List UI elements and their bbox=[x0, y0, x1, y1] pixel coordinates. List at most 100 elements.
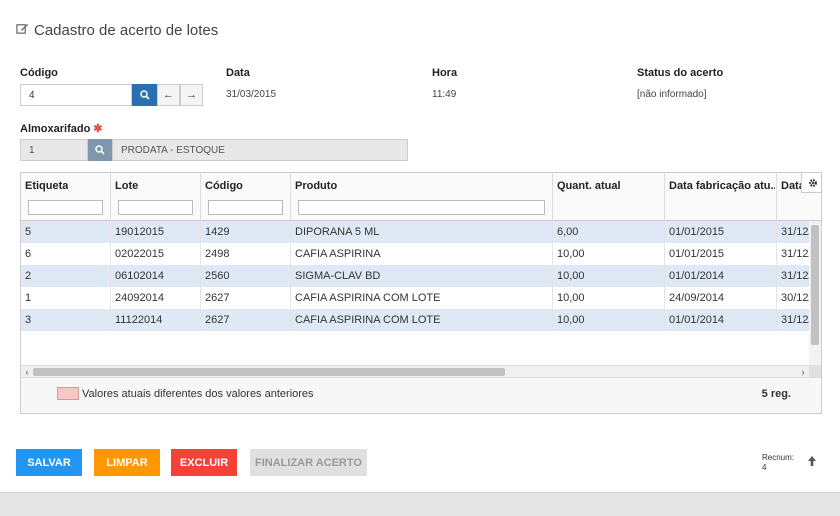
cell-lote: 06102014 bbox=[111, 265, 201, 287]
horizontal-scrollbar-thumb[interactable] bbox=[33, 368, 505, 376]
cell-data: 31/12/ bbox=[781, 270, 809, 282]
almoxarifado-label-text: Almoxarifado bbox=[20, 123, 91, 135]
cell-etiqueta: 5 bbox=[21, 221, 111, 243]
gear-icon bbox=[808, 178, 817, 187]
lotes-grid: Etiqueta Lote Código Produto Quant. atua… bbox=[20, 172, 822, 414]
almoxarifado-name-field: PRODATA - ESTOQUE bbox=[112, 139, 408, 161]
cell-lote: 11122014 bbox=[111, 309, 201, 331]
column-header-label: Data fabricação atu... bbox=[669, 180, 775, 192]
filter-input-codigo[interactable] bbox=[208, 200, 283, 215]
codigo-label: Código bbox=[20, 67, 58, 79]
cell-etiqueta: 3 bbox=[21, 309, 111, 331]
hora-label: Hora bbox=[432, 67, 458, 79]
next-button[interactable]: → bbox=[180, 84, 203, 106]
column-header-data-fabricacao[interactable]: Data fabricação atu... bbox=[665, 173, 777, 221]
filter-input-etiqueta[interactable] bbox=[28, 200, 103, 215]
hora-value: 11:49 bbox=[432, 89, 457, 100]
codigo-input[interactable]: 4 bbox=[20, 84, 132, 106]
legend-text: Valores atuais diferentes dos valores an… bbox=[82, 388, 314, 400]
table-row[interactable]: 1 24092014 2627 CAFIA ASPIRINA COM LOTE … bbox=[21, 287, 809, 309]
data-value: 31/03/2015 bbox=[226, 89, 277, 100]
delete-button[interactable]: EXCLUIR bbox=[171, 449, 237, 476]
cell-etiqueta: 2 bbox=[21, 265, 111, 287]
column-header-label: Etiqueta bbox=[25, 180, 69, 192]
column-header-label: Código bbox=[205, 180, 243, 192]
cell-quant-atual: 10,00 bbox=[553, 265, 665, 287]
vertical-scrollbar[interactable] bbox=[809, 221, 821, 365]
status-value: [não informado] bbox=[637, 89, 707, 100]
column-header-etiqueta[interactable]: Etiqueta bbox=[21, 173, 111, 221]
recnum-value: 4 bbox=[762, 463, 767, 472]
grid-header: Etiqueta Lote Código Produto Quant. atua… bbox=[21, 173, 821, 221]
grid-settings-button[interactable] bbox=[801, 173, 821, 193]
column-header-label: Quant. atual bbox=[557, 180, 621, 192]
cell-produto: DIPORANA 5 ML bbox=[291, 221, 553, 243]
cell-etiqueta: 1 bbox=[21, 287, 111, 309]
save-button[interactable]: SALVAR bbox=[16, 449, 82, 476]
table-row[interactable]: 3 11122014 2627 CAFIA ASPIRINA COM LOTE … bbox=[21, 309, 809, 331]
cell-produto: CAFIA ASPIRINA bbox=[291, 243, 553, 265]
arrow-right-icon: → bbox=[186, 89, 197, 101]
cell-etiqueta: 6 bbox=[21, 243, 111, 265]
cell-quant-atual: 10,00 bbox=[553, 309, 665, 331]
cell-lote: 02022015 bbox=[111, 243, 201, 265]
arrow-left-icon: ← bbox=[163, 89, 174, 101]
column-header-produto[interactable]: Produto bbox=[291, 173, 553, 221]
record-count: 5 reg. bbox=[761, 388, 791, 400]
cell-quant-atual: 10,00 bbox=[553, 287, 665, 309]
grid-footer: Valores atuais diferentes dos valores an… bbox=[21, 377, 821, 413]
filter-input-produto[interactable] bbox=[298, 200, 545, 215]
page-title: Cadastro de acerto de lotes bbox=[16, 22, 218, 39]
cell-data-fabricacao: 01/01/2015 bbox=[665, 221, 777, 243]
column-header-lote[interactable]: Lote bbox=[111, 173, 201, 221]
column-header-codigo[interactable]: Código bbox=[201, 173, 291, 221]
cell-data-fabricacao: 01/01/2015 bbox=[665, 243, 777, 265]
finalize-button[interactable]: FINALIZAR ACERTO bbox=[250, 449, 367, 476]
status-label: Status do acerto bbox=[637, 67, 724, 79]
table-row[interactable]: 6 02022015 2498 CAFIA ASPIRINA 10,00 01/… bbox=[21, 243, 809, 265]
column-header-quant-atual[interactable]: Quant. atual bbox=[553, 173, 665, 221]
cell-data: 31/12/ bbox=[781, 226, 809, 238]
recnum-label: Recnum: bbox=[762, 453, 795, 462]
cell-data: 31/12/ bbox=[781, 248, 809, 260]
almoxarifado-label: Almoxarifado ✱ bbox=[20, 122, 103, 135]
required-asterisk-icon: ✱ bbox=[93, 123, 103, 135]
almoxarifado-code-field[interactable]: 1 bbox=[20, 139, 88, 161]
page-title-text: Cadastro de acerto de lotes bbox=[34, 22, 219, 39]
column-header-label: Lote bbox=[115, 180, 139, 192]
recnum: Recnum: 4 bbox=[762, 453, 794, 473]
cell-codigo: 2627 bbox=[201, 309, 291, 331]
cell-produto: SIGMA-CLAV BD bbox=[291, 265, 553, 287]
cell-data: 30/12/ bbox=[781, 292, 809, 304]
data-label: Data bbox=[226, 67, 250, 79]
almoxarifado-search-button[interactable] bbox=[88, 139, 112, 161]
cell-data: 31/12/ bbox=[781, 314, 809, 326]
scroll-top-button[interactable] bbox=[806, 455, 818, 467]
filter-input-lote[interactable] bbox=[118, 200, 193, 215]
vertical-scrollbar-thumb[interactable] bbox=[811, 225, 819, 345]
previous-button[interactable]: ← bbox=[157, 84, 180, 106]
bottom-bar bbox=[0, 492, 840, 516]
column-header-label: Produto bbox=[295, 180, 338, 192]
column-header-data[interactable]: Data bbox=[777, 173, 805, 221]
cell-lote: 19012015 bbox=[111, 221, 201, 243]
codigo-search-button[interactable] bbox=[132, 84, 157, 106]
cell-data-fabricacao: 24/09/2014 bbox=[665, 287, 777, 309]
edit-icon bbox=[16, 22, 29, 39]
cell-quant-atual: 6,00 bbox=[553, 221, 665, 243]
cell-quant-atual: 10,00 bbox=[553, 243, 665, 265]
legend-swatch bbox=[57, 387, 79, 400]
table-row[interactable]: 5 19012015 1429 DIPORANA 5 ML 6,00 01/01… bbox=[21, 221, 809, 243]
cell-codigo: 2560 bbox=[201, 265, 291, 287]
table-row[interactable]: 2 06102014 2560 SIGMA-CLAV BD 10,00 01/0… bbox=[21, 265, 809, 287]
cell-codigo: 1429 bbox=[201, 221, 291, 243]
cell-produto: CAFIA ASPIRINA COM LOTE bbox=[291, 287, 553, 309]
horizontal-scrollbar[interactable]: ‹ › bbox=[21, 365, 809, 377]
cell-codigo: 2627 bbox=[201, 287, 291, 309]
cell-produto: CAFIA ASPIRINA COM LOTE bbox=[291, 309, 553, 331]
clear-button[interactable]: LIMPAR bbox=[94, 449, 160, 476]
cell-data-fabricacao: 01/01/2014 bbox=[665, 265, 777, 287]
search-icon bbox=[139, 90, 150, 100]
arrow-up-icon bbox=[808, 456, 816, 466]
search-icon bbox=[95, 145, 105, 155]
